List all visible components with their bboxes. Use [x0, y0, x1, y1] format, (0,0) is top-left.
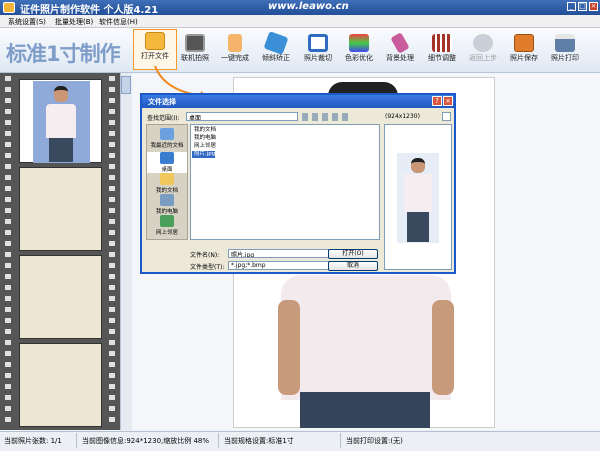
- network-icon: [160, 215, 174, 227]
- lookin-select[interactable]: 桌面: [186, 112, 298, 121]
- status-count: 当前照片张数: 1/1: [4, 437, 62, 445]
- save-icon: [514, 34, 534, 52]
- title-url: www.leawo.cn: [268, 1, 349, 12]
- lookin-label: 查找范围(I):: [147, 115, 180, 122]
- computer-icon: [160, 194, 174, 206]
- sprocket-right: [109, 76, 115, 428]
- undo-button[interactable]: 返回上步: [462, 32, 504, 70]
- hand-icon: [228, 34, 242, 52]
- filename-label: 文件名(N):: [190, 252, 220, 259]
- oneclick-button[interactable]: 一键完成: [214, 32, 256, 70]
- folder-icon: [145, 32, 165, 50]
- color-button[interactable]: 色彩优化: [338, 32, 380, 70]
- cancel-button[interactable]: 取消: [328, 261, 378, 271]
- scroll-thumb[interactable]: [121, 76, 131, 94]
- tilt-icon: [263, 31, 289, 55]
- print-button[interactable]: 照片打印: [544, 32, 586, 70]
- sprocket-left: [5, 76, 11, 428]
- status-spec: 当前规格设置:标准1寸: [224, 437, 294, 445]
- crop-button[interactable]: 照片裁切: [297, 32, 339, 70]
- tilt-button[interactable]: 倾斜矫正: [255, 31, 297, 70]
- status-separator: [340, 433, 341, 448]
- status-print: 当前打印设置:(无): [346, 437, 403, 445]
- filename-input[interactable]: 照片.jpg: [228, 249, 334, 258]
- dialog-close-icon[interactable]: ×: [443, 96, 453, 106]
- place-recent[interactable]: 我最近的文档: [147, 128, 187, 149]
- file-item-network[interactable]: 网上邻居: [192, 143, 216, 150]
- nav-icons[interactable]: [302, 113, 348, 121]
- menu-batch[interactable]: 批量处理(B): [55, 17, 93, 27]
- place-documents[interactable]: 我的文档: [147, 173, 187, 194]
- crop-icon: [308, 34, 328, 52]
- preview-jeans: [407, 212, 429, 242]
- status-separator: [76, 433, 77, 448]
- strip-scrollbar[interactable]: [120, 73, 132, 430]
- empty-frame-1: [19, 167, 102, 251]
- file-list: 我的文档 我的电脑 网上邻居 照片.jpg: [190, 124, 380, 240]
- app-icon: [3, 2, 15, 13]
- camera-icon: [185, 34, 205, 52]
- close-icon[interactable]: ×: [589, 2, 598, 11]
- status-image-info: 当前图像信息:924*1230,缩放比例 48%: [82, 437, 210, 445]
- save-button[interactable]: 照片保存: [503, 32, 545, 70]
- brush-icon: [390, 32, 410, 54]
- menu-system[interactable]: 系统设置(S): [8, 17, 46, 27]
- background-button[interactable]: 背景处理: [379, 32, 421, 70]
- main-person-arm-left: [278, 300, 300, 395]
- minimize-icon[interactable]: _: [567, 2, 576, 11]
- place-desktop[interactable]: 桌面: [147, 152, 187, 173]
- thumbnail-photo[interactable]: [19, 79, 102, 163]
- main-person-shirt: [281, 275, 451, 400]
- lookin-value: 桌面: [189, 115, 202, 121]
- documents-icon: [160, 173, 174, 185]
- preview-pane: [384, 124, 452, 270]
- menu-info[interactable]: 软件信息(H): [99, 17, 138, 27]
- file-item-photo[interactable]: 照片.jpg: [192, 151, 216, 158]
- place-network[interactable]: 网上邻居: [147, 215, 187, 236]
- dialog-help-icon[interactable]: ?: [432, 96, 442, 106]
- main-person-jeans: [300, 392, 430, 428]
- desktop-icon: [160, 152, 174, 164]
- window-title: 证件照片制作软件 个人版4.21: [20, 5, 159, 16]
- status-separator: [218, 433, 219, 448]
- color-icon: [349, 34, 369, 52]
- open-button[interactable]: 打开(O): [328, 249, 378, 259]
- dialog-title: 文件选择: [142, 95, 454, 108]
- filetype-label: 文件类型(T):: [190, 264, 225, 271]
- empty-frame-3: [19, 343, 102, 427]
- printer-icon: [555, 34, 575, 52]
- file-item-computer[interactable]: 我的电脑: [192, 135, 216, 142]
- empty-frame-2: [19, 255, 102, 339]
- person-shirt: [46, 104, 76, 138]
- recent-icon: [160, 128, 174, 140]
- bars-icon: [432, 34, 452, 52]
- detail-button[interactable]: 细节调整: [421, 32, 463, 70]
- maximize-icon[interactable]: □: [578, 2, 587, 11]
- main-person-arm-right: [432, 300, 454, 395]
- brand-title: 标准1寸制作: [6, 42, 121, 66]
- file-dialog: 文件选择 ? × 查找范围(I): 桌面 (924x1230) 我最近的文档 桌…: [140, 93, 456, 274]
- image-size-info: (924x1230): [385, 113, 420, 120]
- preview-head: [411, 158, 425, 173]
- file-item-documents[interactable]: 我的文档: [192, 127, 216, 134]
- person-jeans: [49, 138, 73, 162]
- person-head: [54, 86, 68, 102]
- place-computer[interactable]: 我的电脑: [147, 194, 187, 215]
- preview-shirt: [404, 174, 432, 212]
- preview-toggle-icon[interactable]: [442, 112, 451, 121]
- undo-icon: [473, 34, 493, 52]
- filetype-select[interactable]: *.jpg;*.bmp: [228, 261, 334, 270]
